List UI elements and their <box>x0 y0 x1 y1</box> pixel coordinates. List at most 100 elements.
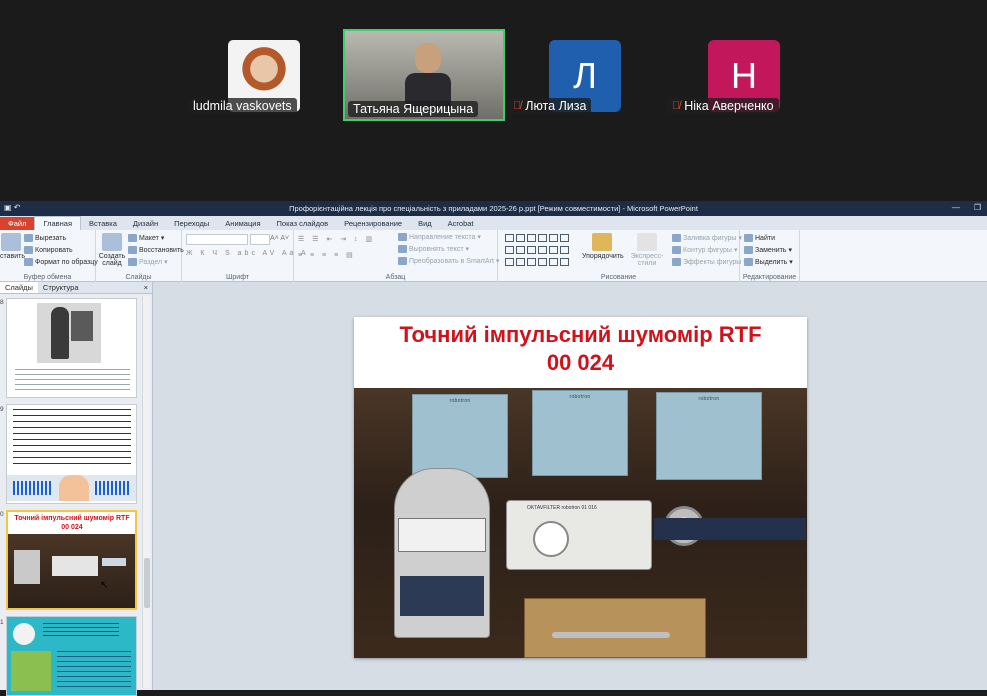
slide-title[interactable]: Точний імпульсний шумомір RTF 00 024 <box>354 321 807 377</box>
slide-thumbnail-10-selected[interactable]: Точний імпульсний шумомір RTF 00 024 <box>6 510 137 610</box>
styles-icon <box>637 233 657 251</box>
arrange-button[interactable]: Упорядочить <box>582 233 624 260</box>
section-icon <box>128 258 137 266</box>
new-slide-button[interactable]: Создать слайд <box>98 233 126 268</box>
group-font: A˄ A˅ Ж К Ч S abc AV Aa A Шрифт <box>182 230 306 282</box>
group-label: Буфер обмена <box>23 274 72 281</box>
align-text-button[interactable]: Выровнять текст ▾ <box>398 245 469 253</box>
octave-filter-unit: OKTAVFILTER robotron 01 016 <box>506 500 652 570</box>
calibrator-bar <box>654 518 806 540</box>
mouse-cursor-icon: ↖ <box>100 580 109 591</box>
layout-button[interactable]: Макет ▾ <box>128 234 164 242</box>
powerpoint-window: ▣ ↶ Профорієнтаційна лекція про спеціаль… <box>0 201 987 696</box>
shape-effects-button[interactable]: Эффекты фигуры ▾ <box>672 258 747 266</box>
reset-button[interactable]: Восстановить <box>128 246 184 254</box>
group-drawing: Упорядочить Экспресс-стили Заливка фигур… <box>498 230 747 282</box>
cut-button[interactable]: Вырезать <box>24 234 66 242</box>
meter-display <box>398 518 486 552</box>
tab-design[interactable]: Дизайн <box>125 217 166 230</box>
shape-fill-button[interactable]: Заливка фигуры ▾ <box>672 234 742 242</box>
quick-access-icon[interactable]: ▣ ↶ <box>4 203 20 212</box>
participant-tile-2-active[interactable]: Татьяна Ящерицына <box>343 29 505 121</box>
slide-number: 0 <box>0 511 4 518</box>
paste-button[interactable]: ставить <box>0 233 25 260</box>
slide-number: 8 <box>0 299 4 306</box>
text-direction-button[interactable]: Направление текста ▾ <box>398 233 481 241</box>
speaker-video <box>405 43 451 107</box>
title-bar: ▣ ↶ Профорієнтаційна лекція про спеціаль… <box>0 201 987 216</box>
font-size-select[interactable] <box>250 234 270 245</box>
group-editing: Найти Заменить ▾ Выделить ▾ Редактирован… <box>740 230 800 282</box>
poster: robotron <box>412 394 508 478</box>
replace-button[interactable]: Заменить ▾ <box>744 246 792 254</box>
section-button[interactable]: Раздел ▾ <box>128 258 168 266</box>
slide-number: 9 <box>0 406 4 413</box>
slide-canvas: Точний імпульсний шумомір RTF 00 024 rob… <box>154 282 987 690</box>
participant-name: Татьяна Ящерицына <box>348 101 479 117</box>
shape-outline-button[interactable]: Контур фигуры ▾ <box>672 246 737 254</box>
window-title: Профорієнтаційна лекція про спеціальніст… <box>289 204 698 213</box>
group-label: Шрифт <box>225 274 250 281</box>
group-label: Слайды <box>125 274 152 281</box>
fill-icon <box>672 234 681 242</box>
tab-insert[interactable]: Вставка <box>81 217 125 230</box>
tab-slideshow[interactable]: Показ слайдов <box>269 217 337 230</box>
tab-file[interactable]: Файл <box>0 217 35 230</box>
shapes-gallery[interactable] <box>504 233 578 269</box>
list-buttons[interactable]: ☰ ☰ ⇤ ⇥ ↕ ▥ <box>298 235 375 243</box>
group-clipboard: ставить Вырезать Копировать Формат по об… <box>0 230 98 282</box>
font-name-select[interactable] <box>186 234 248 245</box>
quick-styles-button[interactable]: Экспресс-стили <box>624 233 670 268</box>
thumbnail-title: Точний імпульсний шумомір RTF 00 024 <box>14 515 130 532</box>
align-buttons[interactable]: ≡ ≡ ≡ ≡ ▤ <box>298 251 356 259</box>
slide-thumbnail-11[interactable] <box>6 616 137 696</box>
close-icon[interactable]: × <box>140 282 152 293</box>
ribbon: ставить Вырезать Копировать Формат по об… <box>0 230 987 282</box>
slide-thumbnail-8[interactable] <box>6 298 137 398</box>
scissors-icon <box>24 234 33 242</box>
poster: robotron <box>656 392 762 480</box>
group-paragraph: ☰ ☰ ⇤ ⇥ ↕ ▥ ≡ ≡ ≡ ≡ ▤ Направление текста… <box>294 230 499 282</box>
font-format-buttons[interactable]: Ж К Ч S abc AV Aa A <box>186 250 309 257</box>
slide-photo: robotron robotron robotron OKTAVFILTER r… <box>354 388 807 658</box>
wooden-box <box>524 598 706 658</box>
find-button[interactable]: Найти <box>744 234 775 242</box>
tab-view[interactable]: Вид <box>410 217 440 230</box>
reset-icon <box>128 246 137 254</box>
pane-scrollbar[interactable] <box>142 296 150 688</box>
device-label: OKTAVFILTER robotron 01 016 <box>527 505 597 511</box>
copy-button[interactable]: Копировать <box>24 246 73 254</box>
slide-thumbnail-9[interactable] <box>6 404 137 504</box>
clipboard-icon <box>1 233 21 251</box>
current-slide[interactable]: Точний імпульсний шумомір RTF 00 024 rob… <box>354 317 807 658</box>
align-text-icon <box>398 245 407 253</box>
tab-transitions[interactable]: Переходы <box>166 217 217 230</box>
replace-icon <box>744 246 753 254</box>
tab-review[interactable]: Рецензирование <box>336 217 410 230</box>
text-direction-icon <box>398 233 407 241</box>
tab-acrobat[interactable]: Acrobat <box>440 217 482 230</box>
outline-icon <box>672 246 681 254</box>
group-label: Рисование <box>600 274 637 281</box>
smartart-button[interactable]: Преобразовать в SmartArt ▾ <box>398 257 499 265</box>
slides-pane: Слайды Структура × 8 9 0 Точний імпульсн… <box>0 282 153 696</box>
brush-icon <box>24 258 33 266</box>
poster: robotron <box>532 390 628 476</box>
meter-keypad <box>400 576 484 616</box>
group-label: Редактирование <box>742 274 797 281</box>
layout-icon <box>128 234 137 242</box>
tab-slides[interactable]: Слайды <box>0 282 38 293</box>
participant-name: ludmila vaskovets <box>188 98 297 114</box>
tab-outline[interactable]: Структура <box>38 282 84 293</box>
select-button[interactable]: Выделить ▾ <box>744 258 793 266</box>
tab-animation[interactable]: Анимация <box>217 217 268 230</box>
minimize-icon[interactable]: — <box>952 203 960 212</box>
group-label: Абзац <box>385 274 406 281</box>
restore-icon[interactable]: ❐ <box>974 203 981 212</box>
format-painter-button[interactable]: Формат по образцу <box>24 258 98 266</box>
mic-muted-icon: 🎙̸ <box>513 100 522 112</box>
font-size-controls[interactable]: A˄ A˅ <box>270 235 289 242</box>
cursor-icon <box>744 258 753 266</box>
copy-icon <box>24 246 33 254</box>
tab-home[interactable]: Главная <box>34 216 81 230</box>
